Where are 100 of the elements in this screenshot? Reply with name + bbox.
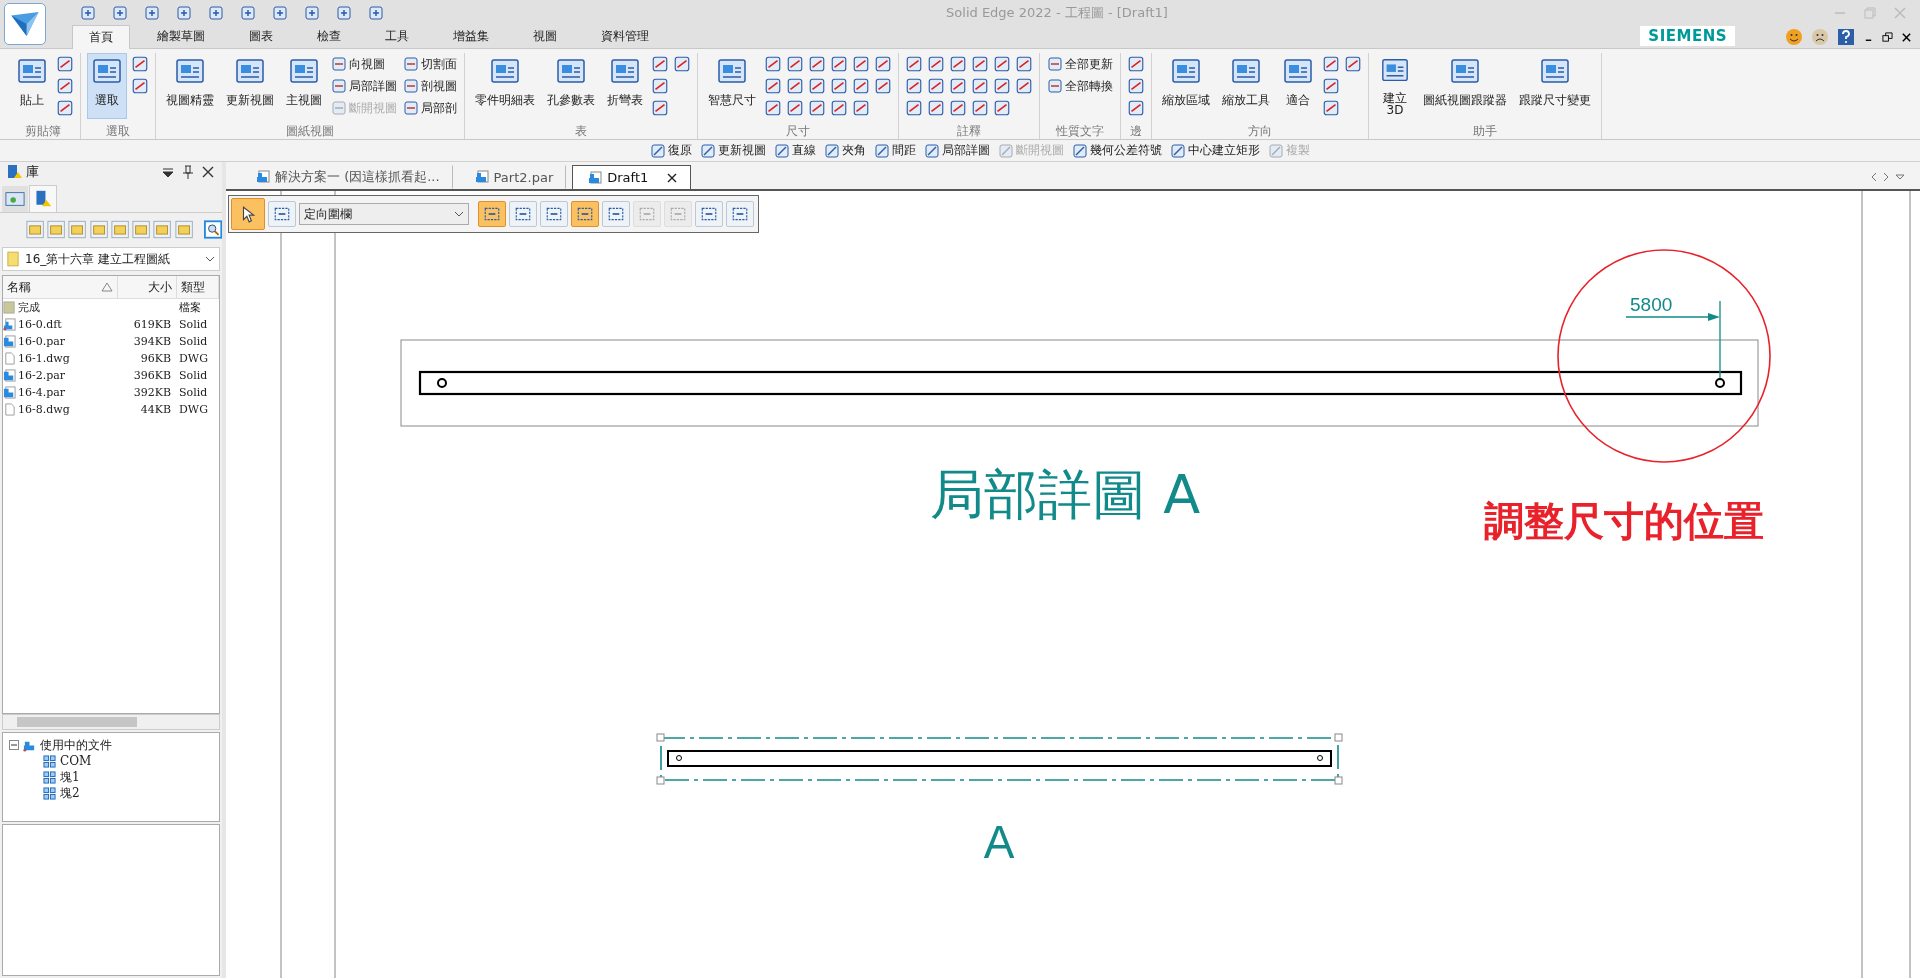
file-name[interactable]: 16-2.par	[18, 369, 66, 382]
tool-icon[interactable]	[874, 55, 892, 73]
tool-button[interactable]	[478, 201, 506, 227]
tool-icon[interactable]	[949, 55, 967, 73]
tool-button[interactable]	[695, 201, 723, 227]
close-icon[interactable]	[1901, 31, 1912, 43]
tool-button[interactable]	[268, 201, 296, 227]
ribbon-button[interactable]: 適合	[1278, 53, 1318, 119]
document-tab[interactable]: 解決方案一 (因這樣抓看起...	[240, 165, 453, 189]
ribbon-button[interactable]: 剖視圖	[402, 77, 458, 95]
tool-button[interactable]	[571, 201, 599, 227]
dropdown-field[interactable]: 定向圍欄	[299, 203, 469, 225]
toolbar-icon[interactable]	[176, 5, 192, 21]
ribbon-button[interactable]: 建立 3D	[1375, 53, 1415, 119]
restore-icon[interactable]	[1882, 31, 1893, 43]
tool-icon[interactable]	[993, 99, 1011, 117]
file-name[interactable]: 16-1.dwg	[18, 352, 70, 365]
ribbon-button[interactable]: 折彎表	[603, 53, 647, 119]
panel-tab[interactable]	[2, 186, 28, 212]
tool-icon[interactable]	[651, 55, 669, 73]
tool-icon[interactable]	[764, 99, 782, 117]
tool-icon[interactable]	[808, 99, 826, 117]
tool-icon[interactable]	[949, 99, 967, 117]
tool-icon[interactable]	[830, 77, 848, 95]
ribbon-tab[interactable]: 檢查	[300, 24, 358, 48]
command-button[interactable]: 復原	[649, 141, 693, 160]
ribbon-button[interactable]: 全部轉換	[1046, 77, 1114, 95]
tool-icon[interactable]	[1015, 77, 1033, 95]
tool-icon[interactable]	[131, 77, 149, 95]
ribbon-button[interactable]: 縮放工具	[1218, 53, 1274, 119]
collapse-icon[interactable]	[9, 740, 19, 750]
tool-icon[interactable]	[852, 55, 870, 73]
tool-icon[interactable]	[1322, 77, 1340, 95]
toolbar-icon[interactable]	[336, 5, 352, 21]
tool-button[interactable]	[726, 201, 754, 227]
ribbon-tab[interactable]: 首頁	[72, 25, 130, 49]
command-button[interactable]: 直線	[773, 141, 817, 160]
tool-icon[interactable]	[1322, 55, 1340, 73]
tree-item[interactable]: 塊2	[60, 784, 80, 802]
dimension-line[interactable]	[1625, 300, 1721, 379]
tool-icon[interactable]	[927, 77, 945, 95]
tool-button[interactable]	[231, 198, 265, 230]
command-button[interactable]: 更新視圖	[699, 141, 767, 160]
tool-icon[interactable]	[1344, 55, 1362, 73]
tree-item[interactable]: 使用中的文件	[40, 736, 112, 754]
tool-icon[interactable]	[56, 77, 74, 95]
tool-icon[interactable]	[764, 55, 782, 73]
tool-icon[interactable]	[905, 55, 923, 73]
tool-icon[interactable]	[852, 77, 870, 95]
dimension-value[interactable]: 5800	[1630, 294, 1673, 315]
toolbar-icon[interactable]	[80, 5, 96, 21]
file-name[interactable]: 16-8.dwg	[18, 403, 70, 416]
tool-icon[interactable]	[1127, 77, 1145, 95]
tool-icon[interactable]	[927, 55, 945, 73]
ribbon-tab[interactable]: 工具	[368, 24, 426, 48]
tool-icon[interactable]	[764, 77, 782, 95]
ribbon-button[interactable]: 零件明細表	[471, 53, 539, 119]
ribbon-tab[interactable]: 資料管理	[584, 24, 666, 48]
column-header[interactable]: 名稱	[3, 276, 118, 298]
tool-icon[interactable]	[874, 77, 892, 95]
command-button[interactable]: 幾何公差符號	[1071, 141, 1163, 160]
tool-icon[interactable]	[1322, 99, 1340, 117]
ribbon-button[interactable]: 跟蹤尺寸變更	[1515, 53, 1595, 119]
tool-icon[interactable]	[786, 99, 804, 117]
tool-icon[interactable]	[786, 77, 804, 95]
ribbon-button[interactable]: 縮放區域	[1158, 53, 1214, 119]
tool-icon[interactable]	[56, 99, 74, 117]
tool-icon[interactable]	[808, 55, 826, 73]
tool-icon[interactable]	[56, 55, 74, 73]
folder-dropdown[interactable]: 16_第十六章 建立工程圖紙	[2, 247, 220, 271]
tool-button[interactable]	[509, 201, 537, 227]
ribbon-tab[interactable]: 增益集	[436, 24, 506, 48]
command-button[interactable]: 夾角	[823, 141, 867, 160]
tool-icon[interactable]	[852, 99, 870, 117]
ribbon-button[interactable]: 選取	[87, 53, 127, 119]
tool-icon[interactable]	[131, 55, 149, 73]
frown-icon[interactable]	[1811, 28, 1829, 46]
ribbon-button[interactable]: 圖紙視圖跟蹤器	[1419, 53, 1511, 119]
toolbar-icon[interactable]	[208, 5, 224, 21]
document-tab[interactable]: Draft1	[572, 165, 692, 189]
tool-icon[interactable]	[971, 99, 989, 117]
search-icon[interactable]	[203, 219, 222, 239]
ribbon-button[interactable]: 視圖精靈	[162, 53, 218, 119]
toolbar-icon[interactable]	[272, 5, 288, 21]
file-name[interactable]: 16-4.par	[18, 386, 66, 399]
ribbon-button[interactable]: 向視圖	[330, 55, 398, 73]
tool-icon[interactable]	[905, 77, 923, 95]
tool-icon[interactable]	[993, 55, 1011, 73]
ribbon-button[interactable]: 切割面	[402, 55, 458, 73]
tool-icon[interactable]	[949, 77, 967, 95]
tool-icon[interactable]	[1127, 99, 1145, 117]
tool-icon[interactable]	[651, 77, 669, 95]
ribbon-tab[interactable]: 視圖	[516, 24, 574, 48]
document-tab[interactable]: Part2.par	[458, 165, 567, 189]
command-button[interactable]: 間距	[873, 141, 917, 160]
tool-icon[interactable]	[927, 99, 945, 117]
file-name[interactable]: 完成	[18, 300, 40, 315]
tool-icon[interactable]	[651, 99, 669, 117]
command-button[interactable]: 局部詳圖	[923, 141, 991, 160]
ribbon-button[interactable]: 智慧尺寸	[704, 53, 760, 119]
